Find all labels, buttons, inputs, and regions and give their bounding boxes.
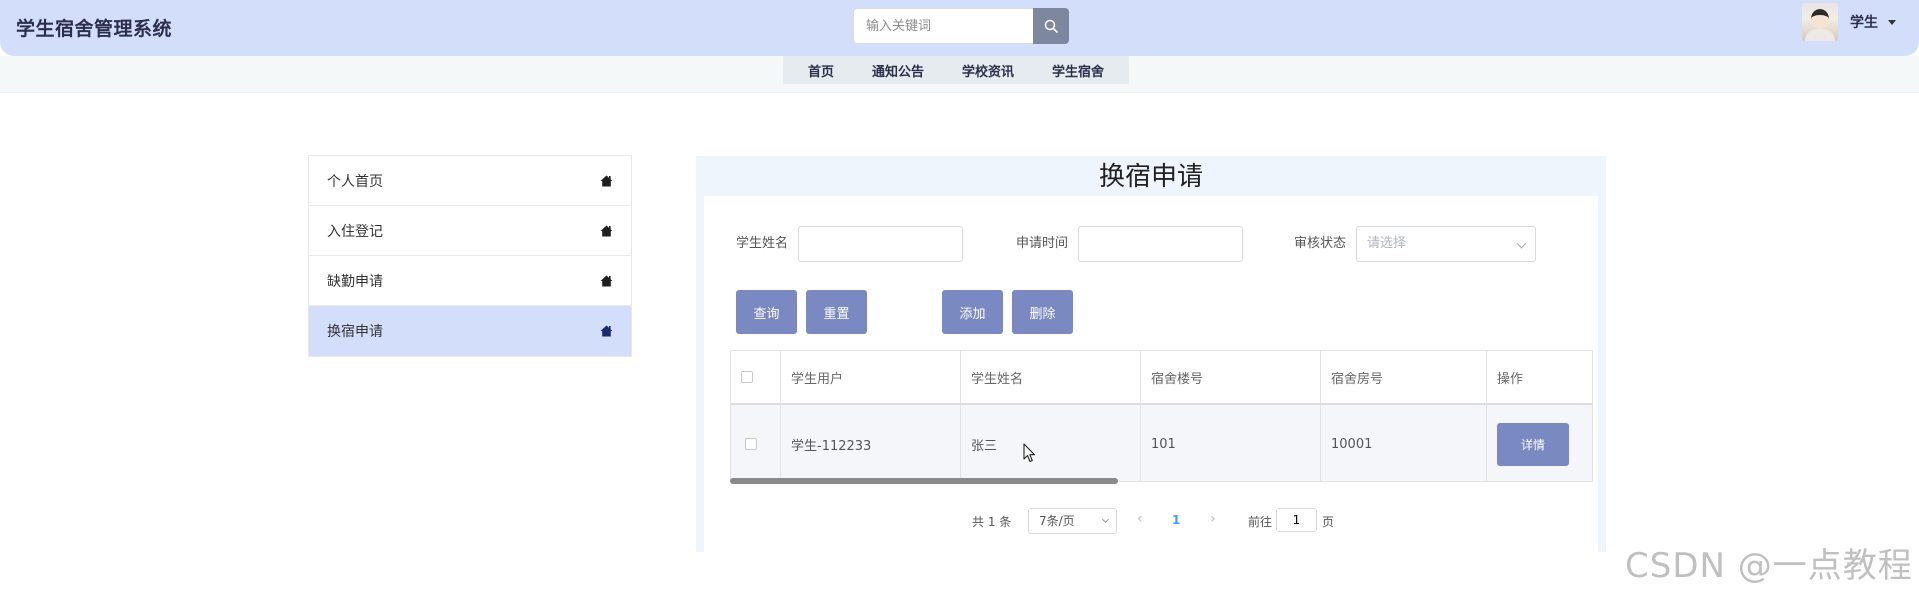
sidebar-item-checkin[interactable]: 入住登记 bbox=[309, 206, 631, 256]
apply-time-label: 申请时间 bbox=[1016, 236, 1069, 251]
chevron-down-icon bbox=[1101, 515, 1110, 524]
search-input[interactable] bbox=[853, 8, 1033, 44]
review-status-placeholder: 请选择 bbox=[1367, 236, 1407, 251]
header-student-user: 学生用户 bbox=[781, 351, 961, 403]
header-student-name: 学生姓名 bbox=[961, 351, 1141, 403]
caret-down-icon[interactable] bbox=[1888, 19, 1896, 25]
student-name-input[interactable] bbox=[798, 226, 963, 262]
sidebar-item-label: 缺勤申请 bbox=[327, 273, 383, 290]
top-header: 学生宿舍管理系统 学生 bbox=[0, 0, 1919, 56]
nav-item-dorms[interactable]: 学生宿舍 bbox=[1052, 61, 1104, 80]
search-button[interactable] bbox=[1033, 8, 1069, 44]
page-size-value: 7条/页 bbox=[1039, 514, 1075, 528]
query-button[interactable]: 查询 bbox=[736, 290, 797, 334]
table-header: 学生用户 学生姓名 宿舍楼号 宿舍房号 操作 bbox=[731, 351, 1592, 405]
cell-actions: 详情 bbox=[1487, 405, 1592, 481]
sidebar-item-profile[interactable]: 个人首页 bbox=[309, 156, 631, 206]
sidebar-item-label: 入住登记 bbox=[327, 223, 383, 240]
cell-student-name: 张三 bbox=[961, 405, 1141, 481]
prev-page-icon[interactable]: ‹ bbox=[1137, 511, 1143, 527]
data-table: 学生用户 学生姓名 宿舍楼号 宿舍房号 操作 学生-112233 张三 101 … bbox=[730, 350, 1593, 482]
page-title: 换宿申请 bbox=[1098, 162, 1203, 192]
row-checkbox[interactable] bbox=[745, 438, 757, 450]
home-icon bbox=[599, 224, 613, 238]
user-menu[interactable]: 学生 bbox=[1802, 2, 1896, 42]
apply-time-input[interactable] bbox=[1078, 226, 1243, 262]
detail-button[interactable]: 详情 bbox=[1497, 422, 1569, 466]
header-checkbox-cell bbox=[731, 351, 781, 403]
header-building: 宿舍楼号 bbox=[1141, 351, 1321, 403]
nav-item-home[interactable]: 首页 bbox=[808, 61, 834, 80]
horizontal-scrollbar[interactable] bbox=[730, 478, 1118, 484]
cell-room: 10001 bbox=[1321, 405, 1487, 481]
sidebar-item-label: 换宿申请 bbox=[327, 324, 383, 340]
student-name-label: 学生姓名 bbox=[736, 236, 789, 251]
home-icon bbox=[599, 274, 613, 288]
page-size-select[interactable]: 7条/页 bbox=[1028, 508, 1117, 534]
sidebar: 个人首页 入住登记 缺勤申请 换宿申请 bbox=[308, 155, 632, 357]
chevron-down-icon bbox=[1516, 238, 1527, 249]
nav-item-news[interactable]: 学校资讯 bbox=[962, 61, 1014, 80]
nav-strip: 首页 通知公告 学校资讯 学生宿舍 bbox=[0, 56, 1919, 93]
select-all-checkbox[interactable] bbox=[741, 371, 753, 383]
row-checkbox-cell bbox=[731, 405, 781, 481]
main-nav: 首页 通知公告 学校资讯 学生宿舍 bbox=[783, 56, 1129, 84]
main-panel: 换宿申请 学生姓名 申请时间 审核状态 请选择 查询 重置 添加 删除 学生用户… bbox=[696, 156, 1606, 552]
nav-item-notices[interactable]: 通知公告 bbox=[872, 61, 924, 80]
filter-row: 学生姓名 申请时间 审核状态 请选择 bbox=[704, 226, 1598, 262]
avatar[interactable] bbox=[1802, 3, 1838, 41]
app-title: 学生宿舍管理系统 bbox=[16, 18, 173, 40]
sidebar-item-dorm-change[interactable]: 换宿申请 bbox=[309, 306, 631, 356]
header-actions: 操作 bbox=[1497, 371, 1524, 387]
search-icon bbox=[1044, 19, 1058, 33]
total-count: 共 1 条 bbox=[972, 515, 1012, 529]
cell-building: 101 bbox=[1141, 405, 1321, 481]
next-page-icon[interactable]: › bbox=[1210, 511, 1216, 527]
cell-student-user: 学生-112233 bbox=[781, 405, 961, 481]
review-status-select[interactable]: 请选择 bbox=[1356, 226, 1536, 262]
review-status-label: 审核状态 bbox=[1294, 236, 1347, 251]
search-bar bbox=[853, 8, 1069, 44]
home-icon bbox=[599, 324, 613, 338]
home-icon bbox=[599, 174, 613, 188]
reset-button[interactable]: 重置 bbox=[806, 290, 867, 334]
mouse-pointer-icon bbox=[1023, 443, 1036, 463]
page-suffix: 页 bbox=[1322, 515, 1335, 529]
watermark: CSDN @一点教程 bbox=[1625, 546, 1913, 586]
sidebar-item-absence[interactable]: 缺勤申请 bbox=[309, 256, 631, 306]
table-row: 学生-112233 张三 101 10001 详情 bbox=[731, 405, 1592, 481]
add-button[interactable]: 添加 bbox=[942, 290, 1003, 334]
goto-label: 前往 bbox=[1248, 515, 1273, 529]
goto-page-input[interactable] bbox=[1276, 508, 1317, 532]
sidebar-item-label: 个人首页 bbox=[327, 173, 383, 190]
page-number[interactable]: 1 bbox=[1172, 513, 1180, 527]
pagination: 共 1 条 7条/页 ‹ 1 › 前往 页 bbox=[704, 508, 1598, 534]
content-area: 学生姓名 申请时间 审核状态 请选择 查询 重置 添加 删除 学生用户 学生姓名… bbox=[704, 196, 1598, 552]
user-name[interactable]: 学生 bbox=[1850, 12, 1878, 32]
delete-button[interactable]: 删除 bbox=[1012, 290, 1073, 334]
header-room: 宿舍房号 bbox=[1321, 351, 1487, 403]
